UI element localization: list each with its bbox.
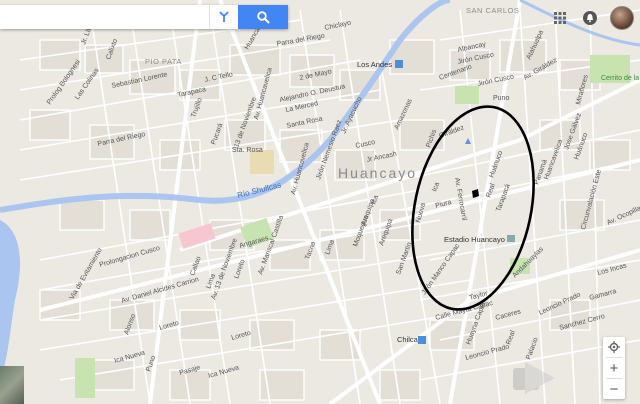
directions-button[interactable] [209,5,239,29]
poi-estadio-huancayo: Estadio Huancayo [444,235,505,244]
my-location-button[interactable] [603,337,625,357]
account-controls [550,6,634,30]
search-icon [256,10,270,24]
apps-button[interactable] [550,8,570,28]
district-label-pio-pata: PIO PATA [145,57,182,66]
street-label: Puno [493,95,509,102]
zoom-in-button[interactable]: + [603,358,625,378]
search-button[interactable] [238,5,288,29]
apps-grid-icon [554,12,566,24]
poi-los-andes: Los Andes [357,60,392,69]
stadium-icon [507,235,515,242]
map-canvas[interactable]: PIO PATA SAN CARLOS Huancayo Río Shullca… [0,0,640,404]
directions-icon [219,11,229,22]
city-label: Huancayo [338,165,417,181]
zoom-out-button[interactable]: − [603,379,625,399]
avatar[interactable] [610,6,634,30]
notifications-icon [583,11,597,25]
poi-cerrito: Cerrito de la [601,75,639,82]
transit-icon-chilca [418,336,426,344]
crosshair-icon [608,341,620,353]
street-label: Sta. Rosa [232,147,263,154]
search-input[interactable] [0,5,210,29]
watermark-logo [513,362,555,394]
search-bar [0,5,288,29]
zoom-controls: + − [603,337,625,399]
transit-icon-los-andes [395,60,403,68]
earth-view-thumbnail[interactable] [0,366,24,404]
district-label-san-carlos: SAN CARLOS [466,6,519,15]
notifications-button[interactable] [580,8,600,28]
poi-chilca: Chilca [397,335,419,344]
